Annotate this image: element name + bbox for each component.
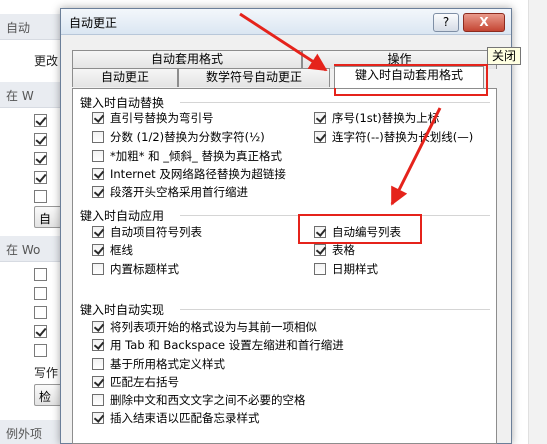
arrow-to-option xyxy=(390,107,442,206)
arrow-to-tab xyxy=(239,12,328,72)
tab-autoformat-as-you-type[interactable]: 键入时自动套用格式 xyxy=(334,66,484,88)
